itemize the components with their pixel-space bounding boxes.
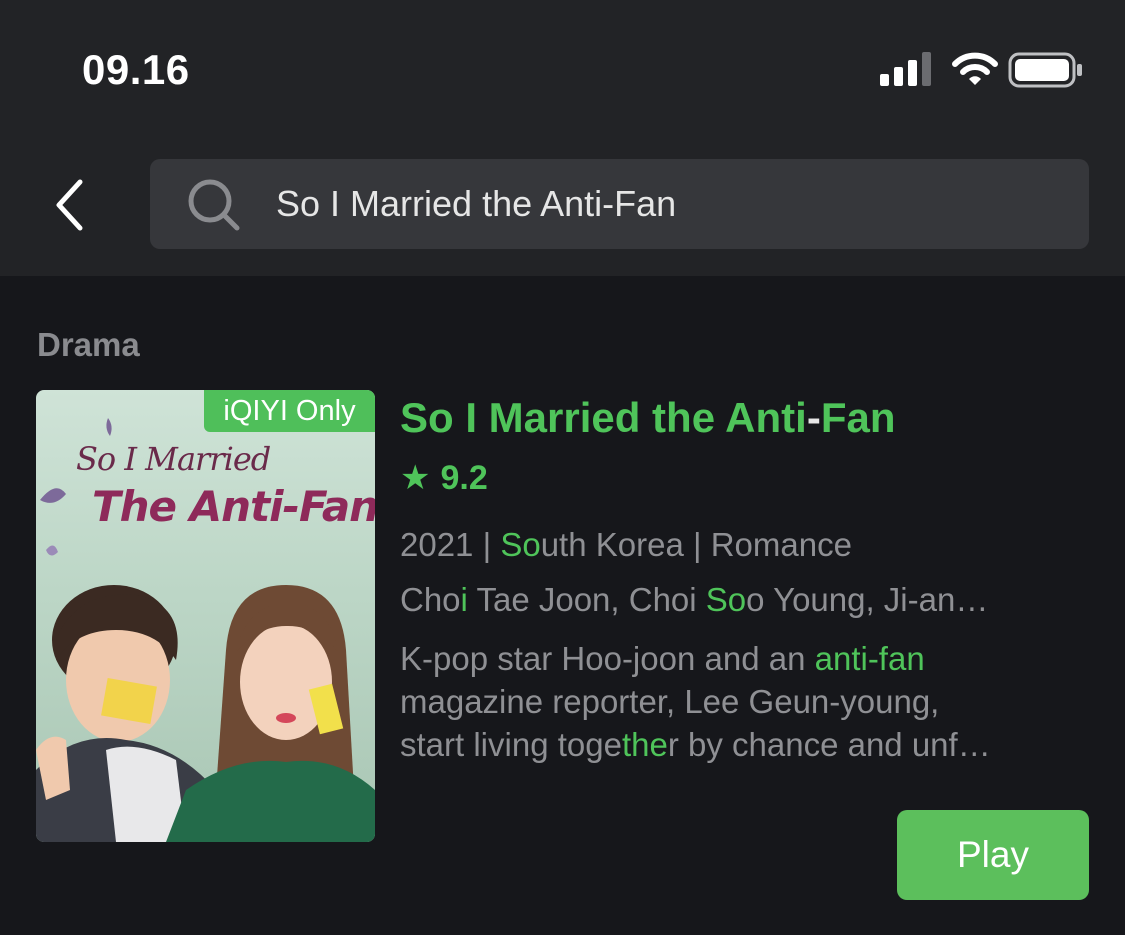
top-header: 09.16 So I Married the Anti-Fan	[0, 0, 1125, 276]
cast-text-mid: Tae Joon, Choi	[467, 581, 706, 618]
signal-icon	[880, 52, 931, 86]
description-line: magazine reporter, Lee Geun-young,	[400, 683, 940, 720]
wifi-icon	[952, 52, 998, 85]
back-button[interactable]	[44, 170, 94, 240]
desc-text: K-pop star Hoo-joon and an	[400, 640, 815, 677]
desc-highlight: anti-fan	[814, 640, 925, 677]
status-time: 09.16	[82, 46, 190, 93]
meta-text: 2021 |	[400, 526, 501, 563]
desc-text: start living toge	[400, 726, 622, 763]
meta-highlight: So	[500, 526, 541, 563]
show-title-link[interactable]: So I Married the Anti-Fan	[400, 394, 896, 442]
desc-text-end: r by chance and unf…	[667, 726, 991, 763]
desc-highlight: the	[621, 726, 668, 763]
section-heading-drama: Drama	[37, 326, 140, 363]
rating: ★ 9.2	[400, 458, 488, 498]
exclusive-badge: iQIYI Only	[204, 390, 375, 432]
meta-text-end: uth Korea | Romance	[540, 526, 852, 563]
search-query-text: So I Married the Anti-Fan	[276, 183, 677, 224]
poster-title-line1: So I Married	[76, 440, 271, 478]
chevron-left-icon	[56, 179, 83, 231]
rating-value: 9.2	[440, 459, 488, 497]
search-icon	[188, 179, 240, 231]
search-input[interactable]: So I Married the Anti-Fan	[150, 159, 1089, 249]
cast-text-end: o Young, Ji-an…	[746, 581, 989, 618]
show-cast: Choi Tae Joon, Choi Soo Young, Ji-an…	[400, 581, 988, 619]
description-line: K-pop star Hoo-joon and an anti-fan	[400, 637, 991, 680]
show-title-dash: -	[806, 394, 821, 441]
star-icon: ★	[400, 459, 431, 497]
battery-icon	[1008, 52, 1082, 88]
poster-title-line2: The Anti-Fan	[92, 482, 375, 531]
cast-highlight-2: So	[705, 581, 747, 618]
show-title-part: So I Married the Anti	[400, 394, 807, 441]
cast-text: Cho	[400, 581, 461, 618]
show-title-part-end: Fan	[820, 394, 896, 441]
cast-highlight: i	[460, 581, 468, 618]
show-poster[interactable]: So I Married The Anti-Fan iQIYI Only	[36, 390, 375, 842]
show-description: K-pop star Hoo-joon and an anti-fan maga…	[400, 637, 991, 766]
show-meta: 2021 | South Korea | Romance	[400, 526, 852, 564]
play-button[interactable]: Play	[897, 810, 1089, 900]
description-line: start living together by chance and unf…	[400, 723, 991, 766]
